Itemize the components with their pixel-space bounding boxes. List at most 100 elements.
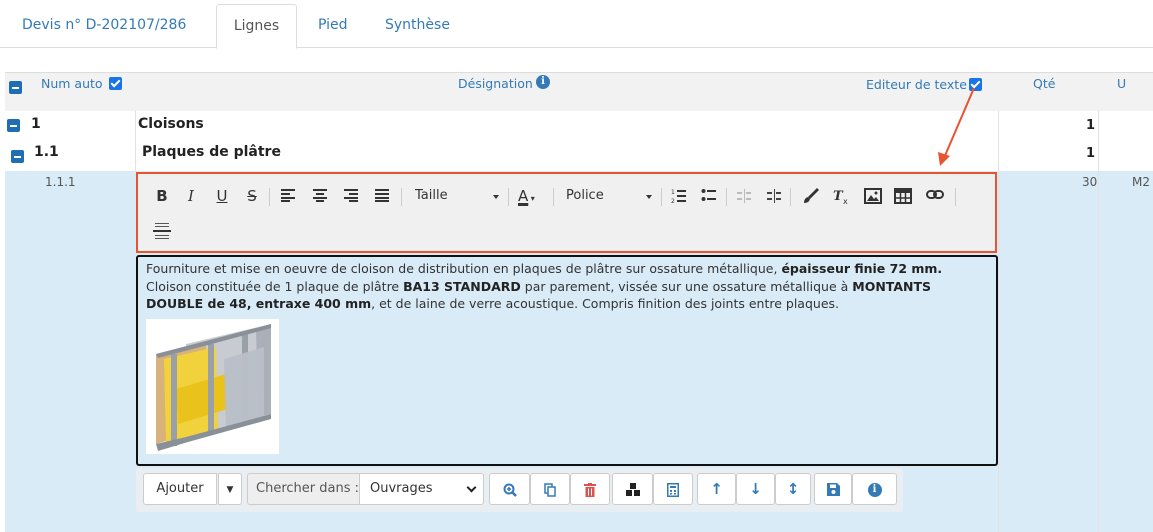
caret-down-icon xyxy=(646,195,652,199)
row-label: Cloisons xyxy=(138,116,204,132)
add-dropdown-button[interactable]: ▼ xyxy=(218,473,242,505)
collapse-icon[interactable] xyxy=(11,150,24,163)
horizontal-rule-icon[interactable] xyxy=(153,221,171,245)
add-button[interactable]: Ajouter xyxy=(143,473,217,505)
align-center-icon[interactable] xyxy=(312,188,328,212)
svg-text:x: x xyxy=(843,197,848,206)
table-row[interactable]: 1.1 Plaques de plâtre 1 xyxy=(0,139,1153,171)
rich-text-toolbar: B I U S Taille A ▾ Police 12 Tx xyxy=(136,172,997,253)
num-auto-label: Num auto xyxy=(41,76,103,91)
svg-text:2: 2 xyxy=(671,198,675,205)
arrow-up-icon: ↑ xyxy=(710,480,723,498)
font-color-button[interactable]: A ▾ xyxy=(518,184,548,208)
image-icon[interactable] xyxy=(864,188,882,212)
partition-wall-image xyxy=(146,319,279,454)
row-label: Plaques de plâtre xyxy=(142,144,281,160)
table-row[interactable]: 1 Cloisons 1 xyxy=(0,111,1153,139)
ouvrage-button[interactable] xyxy=(612,473,653,505)
search-in-select[interactable]: Ouvrages xyxy=(359,473,484,505)
description-bold: BA13 STANDARD xyxy=(403,278,521,294)
link-icon[interactable] xyxy=(926,189,944,213)
justify-icon[interactable] xyxy=(374,188,390,212)
row-qte: 30 xyxy=(1082,175,1098,189)
align-right-icon[interactable] xyxy=(343,188,359,212)
column-divider xyxy=(998,111,999,532)
clear-format-icon[interactable]: Tx xyxy=(832,187,850,211)
move-up-button[interactable]: ↑ xyxy=(697,473,736,505)
num-auto-checkbox[interactable] xyxy=(109,77,122,90)
separator xyxy=(401,188,402,206)
separator xyxy=(726,188,727,206)
description-text: par parement, vissée sur une ossature mé… xyxy=(520,278,853,294)
tab-devis[interactable]: Devis n° D-202107/286 xyxy=(10,4,198,48)
cubes-icon xyxy=(625,483,640,496)
strikethrough-button[interactable]: S xyxy=(242,184,262,208)
rich-text-editor[interactable]: Fourniture et mise en oeuvre de cloison … xyxy=(136,255,998,466)
bold-button[interactable]: B xyxy=(152,184,172,208)
unit-header: U xyxy=(1117,76,1127,91)
table-icon[interactable] xyxy=(894,188,912,212)
zoom-in-icon xyxy=(503,483,517,497)
font-family-label: Police xyxy=(566,188,604,203)
tab-bar: Devis n° D-202107/286 Lignes Pied Synthè… xyxy=(0,0,1153,49)
font-size-select[interactable]: Taille xyxy=(415,184,499,208)
description-text: Fourniture et mise en oeuvre de cloison … xyxy=(146,261,782,276)
calculator-icon xyxy=(667,483,679,497)
align-left-icon[interactable] xyxy=(280,188,296,212)
calculator-button[interactable] xyxy=(653,473,693,505)
collapse-icon[interactable] xyxy=(7,119,20,132)
save-button[interactable] xyxy=(814,473,852,505)
copy-button[interactable] xyxy=(530,473,570,505)
table-header: Num auto Désignation i Editeur de texte … xyxy=(5,72,1153,111)
description-bold: épaisseur finie 72 mm. xyxy=(781,261,943,276)
caret-down-icon xyxy=(493,195,499,199)
row-action-bar: Ajouter ▼ Chercher dans : Ouvrages ↑ ↓ ↕… xyxy=(136,468,903,512)
trash-icon xyxy=(584,483,596,497)
search-in-label: Chercher dans : xyxy=(247,473,368,505)
row-unit: M2 xyxy=(1132,175,1150,189)
info-button[interactable]: i xyxy=(852,473,897,505)
font-family-select[interactable]: Police xyxy=(566,184,652,208)
separator xyxy=(553,188,554,206)
row-number: 1.1.1 xyxy=(45,175,76,189)
row-qte: 1 xyxy=(1085,118,1095,133)
info-icon: i xyxy=(867,483,882,497)
separator xyxy=(508,188,509,206)
row-qte: 1 xyxy=(1085,146,1095,161)
chevron-down-icon xyxy=(466,482,477,493)
arrows-vertical-icon: ↕ xyxy=(786,480,800,498)
row-number: 1.1 xyxy=(34,144,59,160)
arrow-down-icon: ↓ xyxy=(749,480,762,498)
delete-button[interactable] xyxy=(570,473,610,505)
svg-text:1: 1 xyxy=(671,189,675,196)
designation-header: Désignation xyxy=(458,76,533,91)
outdent-icon[interactable] xyxy=(736,188,752,212)
format-painter-icon[interactable] xyxy=(802,187,820,211)
copy-icon xyxy=(544,483,556,497)
font-size-label: Taille xyxy=(415,188,448,203)
indent-icon[interactable] xyxy=(766,188,782,212)
info-icon[interactable]: i xyxy=(536,75,550,89)
unordered-list-icon[interactable] xyxy=(701,188,717,212)
collapse-all-icon[interactable] xyxy=(9,81,22,94)
description-text: , et de laine de verre acoustique. Compr… xyxy=(371,296,840,311)
column-divider xyxy=(135,111,136,171)
ordered-list-icon[interactable]: 12 xyxy=(671,188,687,212)
search-in-value: Ouvrages xyxy=(370,481,433,496)
separator xyxy=(269,188,270,206)
column-divider xyxy=(1098,111,1099,532)
description-text: Cloison constituée de 1 plaque de plâtre xyxy=(146,278,404,294)
font-color-icon: A xyxy=(518,187,529,205)
separator xyxy=(661,188,662,206)
caret-down-icon: ▼ xyxy=(226,485,234,495)
tab-lignes[interactable]: Lignes xyxy=(216,4,297,49)
move-button[interactable]: ↕ xyxy=(775,473,811,505)
separator xyxy=(955,188,956,206)
tab-pied[interactable]: Pied xyxy=(306,4,360,48)
move-down-button[interactable]: ↓ xyxy=(736,473,775,505)
row-number: 1 xyxy=(31,116,41,132)
tab-synthese[interactable]: Synthèse xyxy=(373,4,462,48)
italic-button[interactable]: I xyxy=(181,184,201,208)
underline-button[interactable]: U xyxy=(212,184,232,208)
search-button[interactable] xyxy=(489,473,530,505)
